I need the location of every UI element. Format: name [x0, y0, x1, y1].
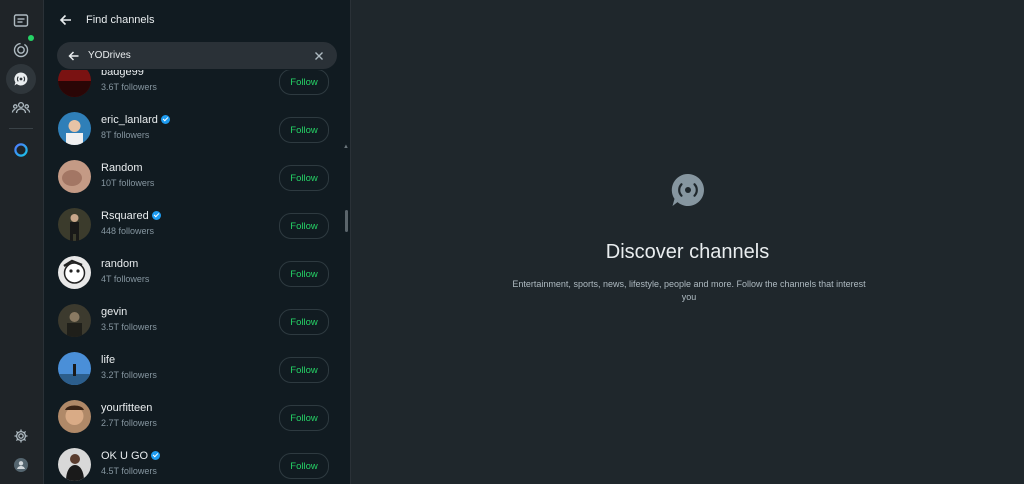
meta-ai-icon[interactable]	[6, 135, 36, 165]
channel-name: eric_lanlard	[101, 114, 158, 126]
follower-count: 3.5T followers	[101, 322, 157, 332]
scrollbar-thumb[interactable]	[345, 210, 348, 232]
list-item[interactable]: Rsquared 448 followers Follow	[44, 200, 344, 248]
channel-name: random	[101, 258, 139, 270]
follow-button[interactable]: Follow	[279, 165, 329, 191]
avatar	[58, 208, 91, 241]
list-item[interactable]: OK U GO 4.5T followers Follow	[44, 440, 344, 484]
list-item[interactable]: gevin 3.5T followers Follow	[44, 296, 344, 344]
search-back-arrow-icon[interactable]	[66, 48, 82, 64]
verified-badge-icon	[151, 450, 161, 460]
communities-icon[interactable]	[6, 93, 36, 123]
avatar	[58, 400, 91, 433]
follower-count: 10T followers	[101, 178, 155, 188]
follower-count: 448 followers	[101, 226, 155, 236]
nav-rail	[0, 0, 44, 484]
channel-name: yourfitteen	[101, 402, 153, 414]
page-title: Find channels	[86, 14, 155, 26]
avatar	[58, 160, 91, 193]
follow-button[interactable]: Follow	[279, 405, 329, 431]
scroll-up-arrow-icon[interactable]: ▲	[343, 144, 349, 150]
avatar	[58, 352, 91, 385]
avatar	[58, 304, 91, 337]
find-channels-panel: Find channels YODrives badge99 3.6T foll…	[44, 0, 351, 484]
status-unread-dot	[28, 35, 34, 41]
follow-button[interactable]: Follow	[279, 309, 329, 335]
channel-name: OK U GO	[101, 450, 149, 462]
follow-button[interactable]: Follow	[279, 213, 329, 239]
list-item[interactable]: Random 10T followers Follow	[44, 152, 344, 200]
settings-icon[interactable]	[6, 421, 36, 451]
follower-count: 4T followers	[101, 274, 150, 284]
follow-button[interactable]: Follow	[279, 261, 329, 287]
channel-name: Rsquared	[101, 210, 149, 222]
discover-title: Discover channels	[605, 241, 770, 263]
discover-background: Discover channels Entertainment, sports,…	[351, 0, 1024, 484]
channels-icon	[670, 172, 706, 210]
discover-pane: Discover channels Entertainment, sports,…	[351, 0, 1024, 484]
verified-badge-icon	[151, 210, 161, 220]
follow-button[interactable]: Follow	[279, 357, 329, 383]
channels-icon[interactable]	[6, 64, 36, 94]
list-item[interactable]: random 4T followers Follow	[44, 248, 344, 296]
chats-icon[interactable]	[6, 6, 36, 36]
list-item[interactable]: yourfitteen 2.7T followers Follow	[44, 392, 344, 440]
profile-icon[interactable]	[6, 450, 36, 480]
avatar	[58, 448, 91, 481]
list-item[interactable]: eric_lanlard 8T followers Follow	[44, 104, 344, 152]
verified-badge-icon	[160, 114, 170, 124]
follower-count: 3.6T followers	[101, 82, 157, 92]
list-item[interactable]: badge99 3.6T followers Follow	[44, 70, 344, 104]
list-item[interactable]: life 3.2T followers Follow	[44, 344, 344, 392]
back-arrow-icon[interactable]	[56, 10, 76, 30]
follower-count: 3.2T followers	[101, 370, 157, 380]
avatar	[58, 112, 91, 145]
close-icon[interactable]	[311, 48, 327, 64]
channel-name: badge99	[101, 70, 144, 78]
panel-header: Find channels	[44, 0, 350, 40]
avatar	[58, 256, 91, 289]
channel-list: badge99 3.6T followers Follow eric_lanla…	[44, 70, 350, 484]
rail-divider	[9, 128, 33, 129]
channel-name: Random	[101, 162, 143, 174]
follower-count: 4.5T followers	[101, 466, 157, 476]
channel-name: life	[101, 354, 116, 366]
follower-count: 8T followers	[101, 130, 150, 140]
avatar	[58, 70, 91, 97]
follow-button[interactable]: Follow	[279, 70, 329, 95]
channel-name: gevin	[101, 306, 128, 318]
search-query[interactable]: YODrives	[88, 50, 131, 61]
discover-subtitle: Entertainment, sports, news, lifestyle, …	[512, 279, 866, 302]
follower-count: 2.7T followers	[101, 418, 157, 428]
follow-button[interactable]: Follow	[279, 117, 329, 143]
search-input[interactable]: YODrives	[57, 42, 337, 69]
follow-button[interactable]: Follow	[279, 453, 329, 479]
